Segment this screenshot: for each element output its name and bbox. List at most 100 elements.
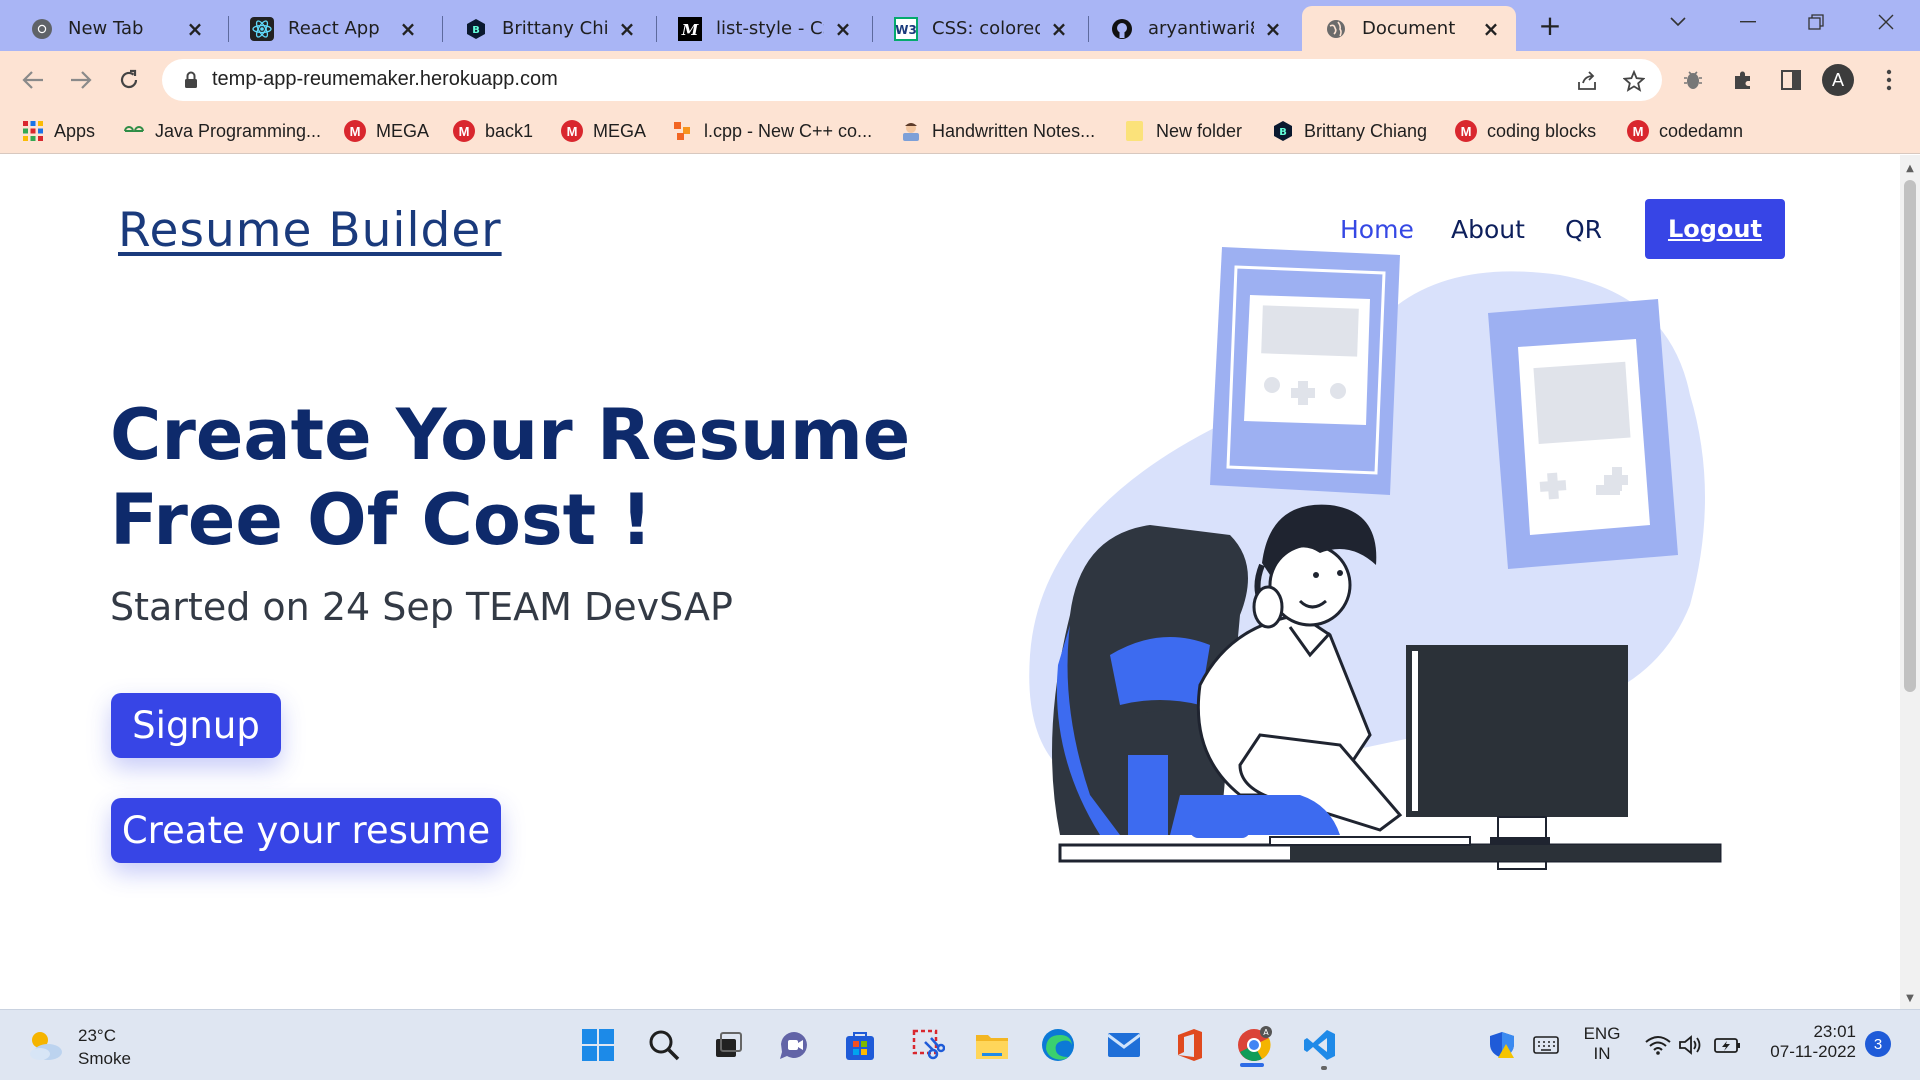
apps-grid-icon [22, 120, 44, 142]
weather-widget[interactable]: 23°C Smoke [26, 1024, 131, 1070]
close-icon[interactable]: × [397, 17, 419, 41]
search-icon[interactable] [642, 1023, 686, 1067]
hero-title-line2: Free Of Cost ! [110, 479, 653, 561]
vscode-icon[interactable] [1298, 1023, 1342, 1067]
bookmark-label: codedamn [1659, 120, 1744, 141]
hero-title: Create Your Resume Free Of Cost ! [110, 393, 930, 563]
close-window-icon[interactable] [1866, 8, 1906, 36]
bookmark-coding-blocks[interactable]: M coding blocks [1455, 117, 1596, 145]
tab-github[interactable]: aryantiwari873 × [1088, 6, 1298, 51]
close-icon[interactable]: × [1480, 17, 1502, 41]
notification-count-badge[interactable]: 3 [1865, 1031, 1891, 1057]
bookmark-label: MEGA [376, 120, 430, 141]
brittany-logo-icon: B [464, 17, 488, 41]
svg-text:M: M [681, 21, 699, 39]
bookmark-label: l.cpp - New C++ co... [704, 120, 873, 141]
keyboard-icon[interactable] [1524, 1023, 1568, 1067]
mail-icon[interactable] [1102, 1023, 1146, 1067]
browser-toolbar: temp-app-reumemaker.herokuapp.com A [0, 51, 1920, 108]
forward-button[interactable] [64, 63, 98, 97]
brand-logo-link[interactable]: Resume Builder [118, 203, 502, 258]
extensions-puzzle-icon[interactable] [1728, 65, 1758, 95]
bookmark-label: Apps [54, 120, 96, 141]
svg-text:W3: W3 [895, 23, 917, 37]
new-tab-button[interactable]: + [1536, 9, 1564, 42]
share-icon[interactable] [1575, 69, 1599, 93]
page-scrollbar-thumb[interactable] [1904, 180, 1916, 692]
signup-button[interactable]: Signup [111, 693, 281, 758]
snipping-tool-icon[interactable] [906, 1023, 950, 1067]
close-icon[interactable]: × [184, 17, 206, 41]
clock[interactable]: 23:01 07-11-2022 [1756, 1022, 1856, 1062]
tab-react-app[interactable]: React App × [228, 6, 433, 51]
microsoft-store-icon[interactable] [838, 1023, 882, 1067]
close-icon[interactable]: × [1262, 17, 1284, 41]
chrome-active-indicator [1240, 1063, 1264, 1067]
task-view-icon[interactable] [706, 1023, 750, 1067]
tab-search-chevron-icon[interactable] [1658, 8, 1698, 36]
bookmark-java-programming[interactable]: Java Programming... [123, 117, 321, 145]
security-shield-icon[interactable] [1480, 1023, 1524, 1067]
game-poster-right [1488, 299, 1678, 569]
bookmark-handwritten-notes[interactable]: Handwritten Notes... [900, 117, 1095, 145]
tab-brittany-chiang[interactable]: B Brittany Chiang × [442, 6, 652, 51]
bookmark-mega-1[interactable]: M MEGA [344, 117, 429, 145]
desk [1058, 836, 1722, 863]
tab-css-colored[interactable]: W3 CSS: colored b × [872, 6, 1084, 51]
file-explorer-icon[interactable] [970, 1023, 1014, 1067]
close-icon[interactable]: × [1048, 17, 1070, 41]
bookmark-label: New folder [1156, 120, 1243, 141]
side-panel-icon[interactable] [1776, 65, 1806, 95]
battery-charging-icon[interactable] [1706, 1023, 1750, 1067]
language-indicator[interactable]: ENG IN [1576, 1024, 1628, 1064]
hero-title-line1: Create Your Resume [110, 394, 911, 476]
bookmarks-bar: Apps Java Programming... M MEGA M back1 … [0, 108, 1920, 154]
mega-icon: M [453, 120, 475, 142]
reload-button[interactable] [112, 63, 146, 97]
weather-description: Smoke [78, 1049, 131, 1068]
bookmark-label: Java Programming... [155, 120, 322, 141]
bookmark-label: Brittany Chiang [1304, 120, 1428, 141]
scroll-down-arrow-icon[interactable]: ▼ [1900, 988, 1920, 1008]
bookmark-new-folder[interactable]: New folder [1124, 117, 1242, 145]
close-icon[interactable]: × [616, 17, 638, 41]
profile-avatar[interactable]: A [1822, 64, 1854, 96]
bookmark-apps[interactable]: Apps [22, 117, 95, 145]
menu-kebab-icon[interactable] [1874, 65, 1904, 95]
minimize-icon[interactable] [1728, 8, 1768, 36]
tab-document[interactable]: Document × [1302, 6, 1516, 51]
windows-start-icon[interactable] [576, 1023, 620, 1067]
url-text[interactable]: temp-app-reumemaker.herokuapp.com [212, 68, 558, 91]
back-button[interactable] [16, 63, 50, 97]
restore-icon[interactable] [1796, 8, 1836, 36]
mdn-icon: M [678, 16, 702, 41]
bookmark-brittany-chiang[interactable]: B Brittany Chiang [1272, 117, 1427, 145]
w3schools-icon: W3 [894, 16, 918, 41]
edge-browser-icon[interactable] [1036, 1023, 1080, 1067]
tab-new-tab[interactable]: New Tab × [8, 6, 220, 51]
close-icon[interactable]: × [832, 17, 854, 41]
language-code: ENG [1583, 1024, 1621, 1043]
vscode-running-indicator [1321, 1066, 1327, 1070]
office-icon[interactable] [1168, 1023, 1212, 1067]
bookmark-mega-2[interactable]: M MEGA [561, 117, 646, 145]
bookmark-label: MEGA [593, 120, 647, 141]
tab-list-style-css[interactable]: M list-style - CSS: × [656, 6, 868, 51]
create-resume-button[interactable]: Create your resume [111, 798, 501, 863]
address-bar[interactable]: temp-app-reumemaker.herokuapp.com [162, 59, 1662, 101]
bookmark-lcpp[interactable]: l.cpp - New C++ co... [672, 117, 872, 145]
hero-illustration [1029, 247, 1722, 870]
mega-icon: M [561, 120, 583, 142]
chrome-taskbar-icon[interactable]: A [1232, 1023, 1276, 1067]
extension-bug-icon[interactable] [1678, 65, 1708, 95]
bookmark-star-icon[interactable] [1622, 69, 1646, 93]
scroll-up-arrow-icon[interactable]: ▲ [1900, 158, 1920, 178]
teams-chat-icon[interactable] [772, 1023, 816, 1067]
mega-icon: M [1627, 120, 1649, 142]
globe-icon [1324, 17, 1348, 41]
bookmark-back1[interactable]: M back1 [453, 117, 533, 145]
brittany-logo-icon: B [1272, 120, 1294, 142]
lock-icon[interactable] [184, 71, 198, 93]
bookmark-codedamn[interactable]: M codedamn [1627, 117, 1743, 145]
tab-label: CSS: colored b [932, 18, 1040, 39]
